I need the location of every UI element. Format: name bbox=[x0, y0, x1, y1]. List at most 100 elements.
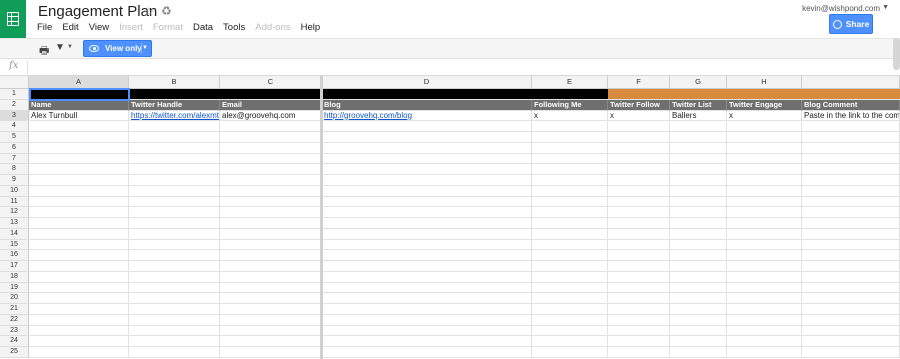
empty-cell[interactable] bbox=[129, 261, 220, 272]
row-header[interactable]: 16 bbox=[0, 250, 29, 262]
formula-bar[interactable]: fx bbox=[0, 59, 900, 76]
empty-cell[interactable] bbox=[129, 228, 220, 240]
empty-cell[interactable] bbox=[322, 142, 532, 154]
empty-cell[interactable] bbox=[220, 185, 322, 197]
row-header[interactable]: 24 bbox=[0, 336, 29, 348]
empty-cell[interactable] bbox=[802, 132, 900, 143]
empty-cell[interactable] bbox=[608, 304, 670, 315]
empty-cell[interactable] bbox=[129, 185, 220, 197]
band-cell[interactable] bbox=[727, 89, 802, 100]
empty-cell[interactable] bbox=[608, 347, 670, 358]
row-header[interactable]: 7 bbox=[0, 153, 29, 165]
column-header[interactable]: G bbox=[670, 76, 727, 89]
empty-cell[interactable] bbox=[220, 314, 322, 326]
data-cell[interactable]: Ballers bbox=[670, 110, 727, 122]
empty-cell[interactable] bbox=[670, 185, 727, 197]
empty-cell[interactable] bbox=[670, 347, 727, 358]
empty-cell[interactable] bbox=[532, 218, 608, 229]
move-to-folder-icon[interactable]: ♻ bbox=[161, 4, 172, 18]
empty-cell[interactable] bbox=[29, 282, 129, 294]
empty-cell[interactable] bbox=[532, 304, 608, 315]
empty-cell[interactable] bbox=[608, 282, 670, 294]
empty-cell[interactable] bbox=[220, 132, 322, 143]
empty-cell[interactable] bbox=[727, 325, 802, 337]
empty-cell[interactable] bbox=[608, 261, 670, 272]
empty-cell[interactable] bbox=[532, 271, 608, 283]
empty-cell[interactable] bbox=[129, 142, 220, 154]
column-header[interactable]: D bbox=[322, 76, 532, 89]
row-header[interactable]: 1 bbox=[0, 89, 29, 100]
empty-cell[interactable] bbox=[129, 218, 220, 229]
empty-cell[interactable] bbox=[322, 153, 532, 165]
row-header[interactable]: 8 bbox=[0, 164, 29, 176]
row-header[interactable]: 22 bbox=[0, 314, 29, 326]
sheet-grid[interactable]: A B C D E F G H 1 2 3 4 5 6 7 8 9 10 11 12 13 14 15 16 17 18 19 20 2… bbox=[0, 76, 900, 359]
empty-cell[interactable] bbox=[532, 250, 608, 262]
empty-cell[interactable] bbox=[322, 164, 532, 176]
data-cell[interactable]: https://twitter.com/alexmturnbull bbox=[129, 110, 220, 122]
account-email[interactable]: kevin@wishpond.com bbox=[802, 4, 880, 13]
empty-cell[interactable] bbox=[29, 196, 129, 208]
empty-cell[interactable] bbox=[670, 314, 727, 326]
empty-cell[interactable] bbox=[29, 239, 129, 251]
empty-cell[interactable] bbox=[670, 325, 727, 337]
empty-cell[interactable] bbox=[727, 293, 802, 305]
row-header[interactable]: 9 bbox=[0, 175, 29, 186]
empty-cell[interactable] bbox=[802, 218, 900, 229]
empty-cell[interactable] bbox=[670, 153, 727, 165]
empty-cell[interactable] bbox=[29, 250, 129, 262]
empty-cell[interactable] bbox=[608, 207, 670, 219]
empty-cell[interactable] bbox=[727, 164, 802, 176]
column-title-cell[interactable]: Twitter Follow bbox=[608, 99, 670, 111]
empty-cell[interactable] bbox=[727, 282, 802, 294]
empty-cell[interactable] bbox=[29, 261, 129, 272]
empty-cell[interactable] bbox=[532, 153, 608, 165]
empty-cell[interactable] bbox=[220, 347, 322, 358]
empty-cell[interactable] bbox=[29, 228, 129, 240]
empty-cell[interactable] bbox=[129, 153, 220, 165]
empty-cell[interactable] bbox=[608, 293, 670, 305]
row-header[interactable]: 23 bbox=[0, 325, 29, 337]
empty-cell[interactable] bbox=[802, 196, 900, 208]
empty-cell[interactable] bbox=[322, 314, 532, 326]
data-cell[interactable]: alex@groovehq.com bbox=[220, 110, 322, 122]
account-caret-icon[interactable]: ▼ bbox=[882, 4, 889, 11]
empty-cell[interactable] bbox=[802, 185, 900, 197]
column-title-cell[interactable]: Email bbox=[220, 99, 322, 111]
empty-cell[interactable] bbox=[670, 175, 727, 186]
empty-cell[interactable] bbox=[802, 153, 900, 165]
empty-cell[interactable] bbox=[532, 121, 608, 133]
column-title-cell[interactable]: Blog bbox=[322, 99, 532, 111]
data-cell[interactable]: http://groovehq.com/blog bbox=[322, 110, 532, 122]
empty-cell[interactable] bbox=[802, 261, 900, 272]
empty-cell[interactable] bbox=[802, 325, 900, 337]
empty-cell[interactable] bbox=[220, 325, 322, 337]
empty-cell[interactable] bbox=[802, 228, 900, 240]
band-cell[interactable] bbox=[670, 89, 727, 100]
empty-cell[interactable] bbox=[129, 175, 220, 186]
empty-cell[interactable] bbox=[727, 239, 802, 251]
empty-cell[interactable] bbox=[670, 282, 727, 294]
data-cell[interactable]: Alex Turnbull bbox=[29, 110, 129, 122]
empty-cell[interactable] bbox=[322, 185, 532, 197]
empty-cell[interactable] bbox=[129, 207, 220, 219]
column-header[interactable] bbox=[802, 76, 900, 89]
empty-cell[interactable] bbox=[802, 347, 900, 358]
empty-cell[interactable] bbox=[802, 271, 900, 283]
empty-cell[interactable] bbox=[129, 250, 220, 262]
row-header[interactable]: 14 bbox=[0, 228, 29, 240]
empty-cell[interactable] bbox=[129, 347, 220, 358]
empty-cell[interactable] bbox=[670, 304, 727, 315]
empty-cell[interactable] bbox=[322, 347, 532, 358]
empty-cell[interactable] bbox=[29, 207, 129, 219]
empty-cell[interactable] bbox=[322, 271, 532, 283]
menu-data[interactable]: Data bbox=[193, 22, 213, 33]
empty-cell[interactable] bbox=[532, 196, 608, 208]
empty-cell[interactable] bbox=[608, 325, 670, 337]
empty-cell[interactable] bbox=[532, 261, 608, 272]
column-header[interactable]: A bbox=[29, 76, 129, 89]
empty-cell[interactable] bbox=[727, 271, 802, 283]
empty-cell[interactable] bbox=[670, 336, 727, 348]
row-header[interactable]: 12 bbox=[0, 207, 29, 219]
empty-cell[interactable] bbox=[129, 271, 220, 283]
